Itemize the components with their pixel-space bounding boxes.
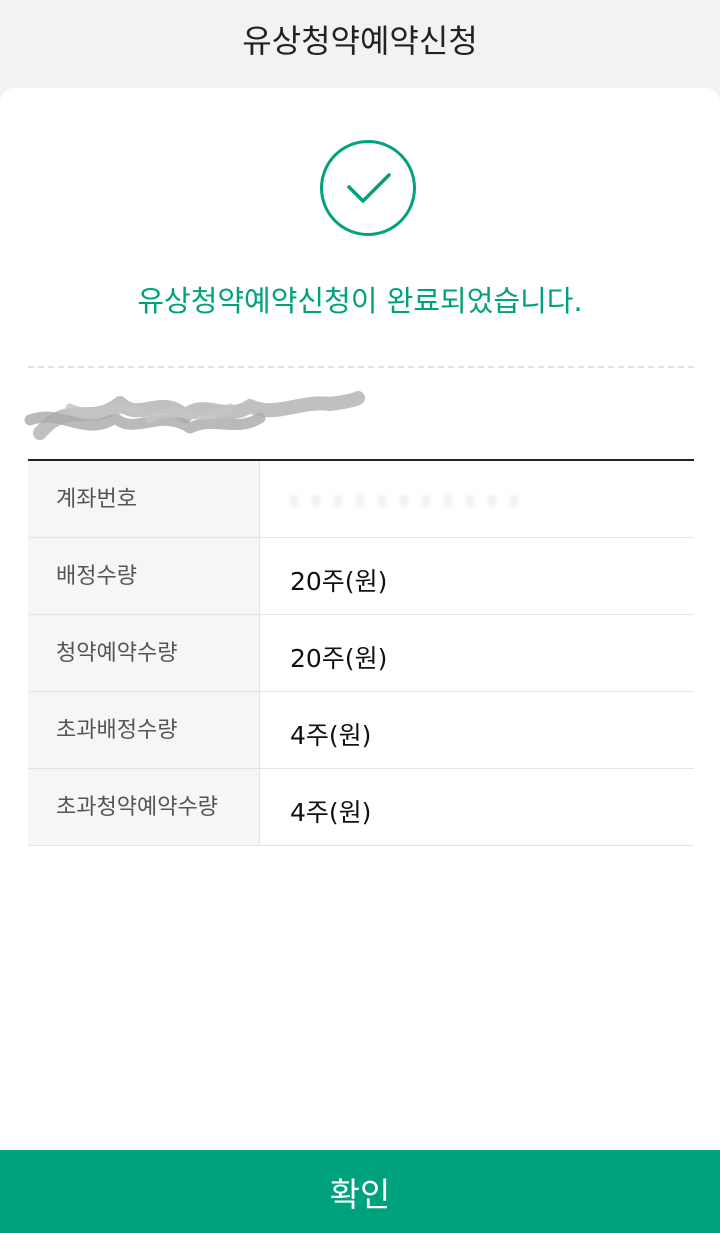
checkmark-icon [347, 173, 391, 203]
dashed-divider [28, 366, 694, 368]
excess-reserved-qty-label: 초과청약예약수량 [28, 769, 260, 845]
completion-message: 유상청약예약신청이 완료되었습니다. [137, 284, 583, 318]
page-title: 유상청약예약신청 [242, 22, 478, 60]
account-number-label: 계좌번호 [28, 461, 260, 537]
header-bar: 유상청약예약신청 [0, 0, 720, 88]
account-number-value [260, 461, 694, 537]
excess-allotted-qty-label: 초과배정수량 [28, 692, 260, 768]
excess-allotted-qty-value: 4주(원) [290, 721, 372, 750]
allotted-qty-label: 배정수량 [28, 538, 260, 614]
redacted-account-number [290, 495, 530, 507]
confirm-button[interactable]: 확인 [0, 1150, 720, 1233]
detail-row-account: 계좌번호 [28, 461, 694, 538]
excess-reserved-qty-value: 4주(원) [290, 798, 372, 827]
allotted-qty-value: 20주(원) [290, 567, 388, 596]
redacted-account-name [24, 391, 365, 440]
detail-row-excess-allotted: 초과배정수량 4주(원) [28, 692, 694, 769]
reserved-qty-value: 20주(원) [290, 644, 388, 673]
result-card: 유상청약예약신청이 완료되었습니다. 계좌번호 배정수량 20주(원) 청약예약… [0, 88, 720, 1233]
check-circle-icon [320, 140, 416, 236]
reserved-qty-label: 청약예약수량 [28, 615, 260, 691]
detail-table: 계좌번호 배정수량 20주(원) 청약예약수량 20주(원) 초과배정수량 4주… [28, 459, 694, 846]
detail-row-reserved: 청약예약수량 20주(원) [28, 615, 694, 692]
detail-row-excess-reserved: 초과청약예약수량 4주(원) [28, 769, 694, 846]
detail-row-allotted: 배정수량 20주(원) [28, 538, 694, 615]
